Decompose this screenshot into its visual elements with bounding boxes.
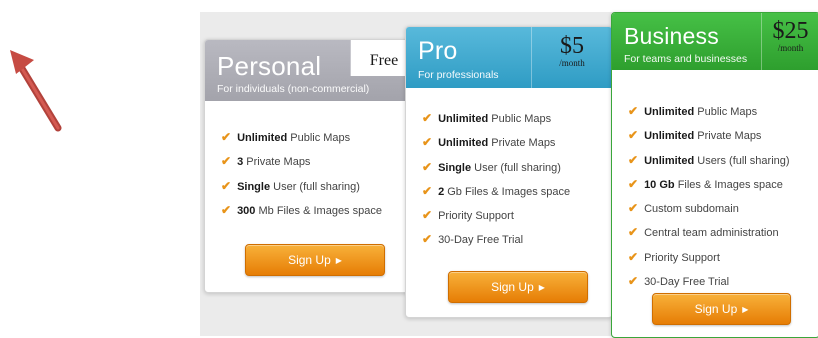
feature-item: ✔ Single User (full sharing) — [422, 159, 561, 174]
signup-button-business[interactable]: Sign Up ▶ — [652, 293, 791, 325]
feature-item: ✔ 2 Gb Files & Images space — [422, 183, 571, 198]
check-icon: ✔ — [221, 202, 232, 217]
check-icon: ✔ — [628, 176, 639, 191]
feature-item: ✔ Priority Support — [422, 208, 514, 223]
feature-item: ✔ 10 Gb Files & Images space — [628, 176, 783, 191]
plan-name: Business — [624, 23, 719, 49]
triangle-right-icon: ▶ — [742, 305, 749, 314]
check-icon: ✔ — [221, 178, 232, 193]
check-icon: ✔ — [422, 135, 433, 150]
check-icon: ✔ — [221, 130, 232, 144]
price-box: $5 /month — [531, 27, 612, 88]
plan-price: $25 — [772, 18, 809, 44]
triangle-right-icon: ▶ — [538, 283, 545, 292]
plan-card-personal: Personal For individuals (non-commercial… — [204, 39, 418, 293]
plan-header: Pro For professionals $5 /month — [406, 27, 612, 88]
feature-item: ✔ Unlimited Private Maps — [422, 135, 556, 150]
feature-item: ✔ 3 Private Maps — [221, 154, 311, 169]
check-icon: ✔ — [422, 232, 433, 247]
feature-list: ✔ Unlimited Public Maps ✔ 3 Private Maps ✔… — [221, 126, 382, 223]
plan-subtitle: For individuals (non-commercial) — [217, 83, 370, 95]
feature-item: ✔ Single User (full sharing) — [221, 178, 360, 193]
signup-button-personal[interactable]: Sign Up ▶ — [245, 244, 385, 276]
plan-header: Personal For individuals (non-commercial… — [205, 40, 417, 101]
plan-name: Personal — [217, 51, 322, 81]
check-icon: ✔ — [628, 201, 639, 216]
check-icon: ✔ — [422, 208, 433, 223]
annotation-arrow-icon — [10, 50, 62, 132]
plan-header: Business For teams and businesses $25 /m… — [612, 13, 818, 70]
check-icon: ✔ — [628, 104, 639, 118]
feature-item: ✔ 30-Day Free Trial — [628, 274, 730, 289]
check-icon: ✔ — [628, 152, 639, 167]
plan-card-pro: Pro For professionals $5 /month ✔ Unlimit… — [405, 26, 613, 318]
feature-item: ✔ 300 Mb Files & Images space — [221, 202, 382, 217]
check-icon: ✔ — [221, 154, 232, 169]
feature-list: ✔ Unlimited Public Maps ✔ Unlimited Privat… — [422, 107, 570, 253]
signup-button-pro[interactable]: Sign Up ▶ — [448, 271, 588, 303]
feature-list: ✔ Unlimited Public Maps ✔ Unlimited Privat… — [628, 100, 790, 294]
check-icon: ✔ — [422, 159, 433, 174]
feature-item: ✔ Priority Support — [628, 249, 720, 264]
signup-button-label: Sign Up — [694, 302, 738, 316]
signup-button-label: Sign Up — [491, 280, 534, 294]
plan-subtitle: For teams and businesses — [624, 53, 748, 65]
check-icon: ✔ — [422, 183, 433, 198]
plan-subtitle: For professionals — [418, 69, 499, 81]
check-icon: ✔ — [628, 225, 639, 240]
triangle-right-icon: ▶ — [335, 256, 342, 265]
feature-item: ✔ Central team administration — [628, 225, 779, 240]
price-period: /month — [777, 43, 804, 53]
check-icon: ✔ — [628, 249, 639, 264]
price-period: /month — [559, 58, 585, 68]
check-icon: ✔ — [422, 111, 433, 125]
feature-item: ✔ Unlimited Users (full sharing) — [628, 152, 790, 167]
feature-item: ✔ Unlimited Public Maps — [221, 130, 351, 144]
feature-item: ✔ Unlimited Private Maps — [628, 128, 762, 143]
plan-price: $5 — [560, 33, 584, 59]
price-box: $25 /month — [761, 13, 818, 70]
feature-item: ✔ Custom subdomain — [628, 201, 739, 216]
feature-item: ✔ Unlimited Public Maps — [422, 111, 552, 125]
check-icon: ✔ — [628, 128, 639, 143]
signup-button-label: Sign Up — [288, 253, 331, 267]
plan-name: Pro — [418, 37, 458, 65]
check-icon: ✔ — [628, 274, 639, 289]
feature-item: ✔ 30-Day Free Trial — [422, 232, 524, 247]
feature-item: ✔ Unlimited Public Maps — [628, 104, 758, 118]
plan-card-business: Business For teams and businesses $25 /m… — [611, 12, 818, 338]
